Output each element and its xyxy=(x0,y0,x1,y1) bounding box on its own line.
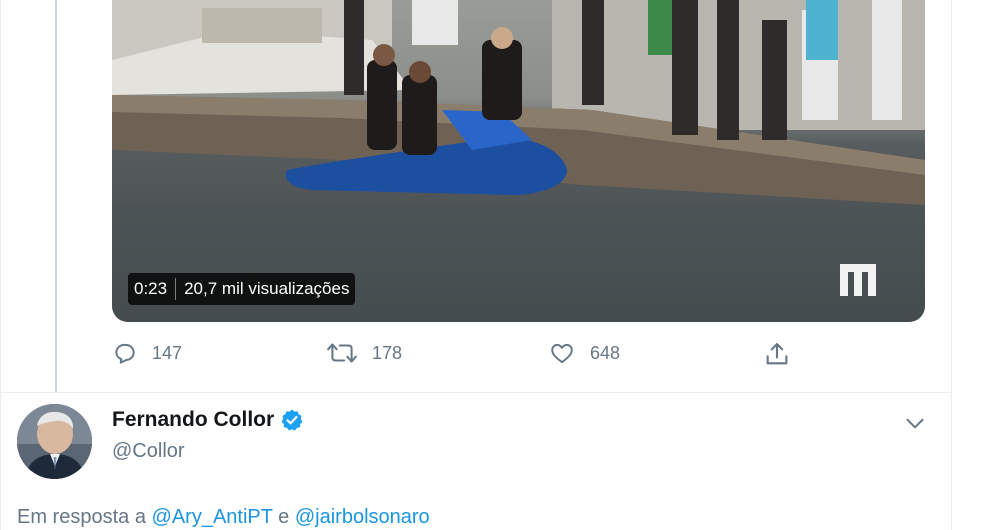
avatar[interactable] xyxy=(17,404,92,479)
reply-mention-link[interactable]: @Ary_AntiPT xyxy=(152,506,273,528)
chevron-down-icon[interactable] xyxy=(902,410,928,436)
like-count: 648 xyxy=(590,342,621,363)
thread-connector-line xyxy=(55,0,57,392)
video-views: 20,7 mil visualizações xyxy=(184,279,350,298)
avatar-photo xyxy=(17,404,92,479)
reply-joiner: e xyxy=(278,506,290,528)
feed-border-left xyxy=(0,0,1,530)
verified-badge-icon xyxy=(281,409,303,431)
reply-count: 147 xyxy=(152,342,183,363)
share-icon xyxy=(766,343,788,365)
heart-icon xyxy=(551,343,573,364)
tweet-divider xyxy=(1,392,951,393)
retweet-button[interactable]: 178 xyxy=(326,340,402,366)
video-duration: 0:23 xyxy=(134,279,168,298)
video-player[interactable]: 0:23 20,7 mil visualizações xyxy=(112,0,925,322)
like-button[interactable]: 648 xyxy=(548,340,620,366)
author-name-row: Fernando Collor xyxy=(112,408,304,432)
share-button[interactable] xyxy=(762,340,792,368)
author-name[interactable]: Fernando Collor xyxy=(112,408,274,432)
reply-icon xyxy=(115,343,135,364)
badge-separator xyxy=(175,278,177,300)
replying-to: Em resposta a @Ary_AntiPT e @jairbolsona… xyxy=(17,506,430,529)
m-logo-icon xyxy=(840,264,876,296)
tweet-actions-bar: 147 178 648 xyxy=(112,340,812,370)
feed-border-right xyxy=(951,0,952,530)
author-handle[interactable]: @Collor xyxy=(112,440,304,463)
video-info-badge: 0:23 20,7 mil visualizações xyxy=(128,273,356,305)
reply-mention-link[interactable]: @jairbolsonaro xyxy=(295,506,430,528)
reply-prefix: Em resposta a xyxy=(17,506,146,528)
retweet-icon xyxy=(327,343,357,363)
reply-button[interactable]: 147 xyxy=(112,340,182,366)
tweet-author: Fernando Collor @Collor xyxy=(112,408,304,463)
retweet-count: 178 xyxy=(372,342,403,363)
